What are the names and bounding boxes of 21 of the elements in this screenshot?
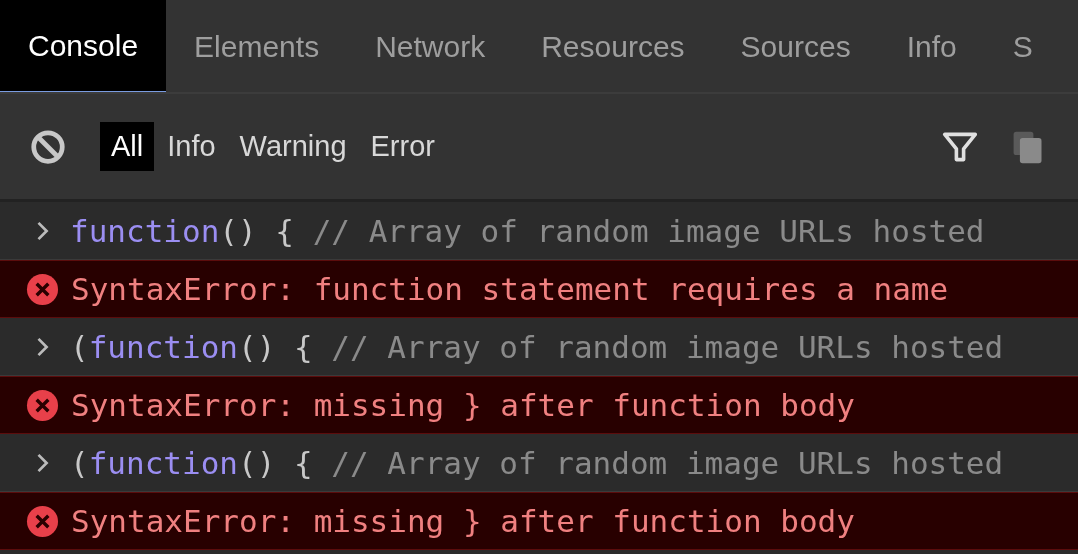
error-icon <box>26 388 59 422</box>
filter-button[interactable]: Info <box>156 122 227 171</box>
error-icon <box>26 504 59 538</box>
clear-icon[interactable] <box>29 127 67 166</box>
filter-button[interactable]: Warning <box>228 122 358 171</box>
tab[interactable]: Sources <box>712 0 879 92</box>
tab[interactable]: Console <box>0 0 167 92</box>
error-icon <box>26 272 59 306</box>
code-line: function() { // Array of random image URLs hosted <box>70 212 985 249</box>
filter-button[interactable]: Error <box>359 122 446 171</box>
tab[interactable]: Elements <box>166 0 348 92</box>
tab[interactable]: S <box>984 0 1061 92</box>
tab[interactable]: Network <box>347 0 514 92</box>
error-message: SyntaxError: missing } after function body <box>71 503 855 539</box>
tab[interactable]: Resources <box>513 0 713 92</box>
code-line: (function() { // Array of random image URLs hosted <box>70 328 1004 365</box>
tab[interactable]: Info <box>878 0 985 92</box>
code-line: (function() { // Array of random image URLs hosted <box>70 444 1004 481</box>
error-message: SyntaxError: missing } after function body <box>71 387 855 423</box>
filter-button[interactable]: All <box>100 122 155 171</box>
error-message: SyntaxError: function statement requires a name <box>71 271 949 307</box>
